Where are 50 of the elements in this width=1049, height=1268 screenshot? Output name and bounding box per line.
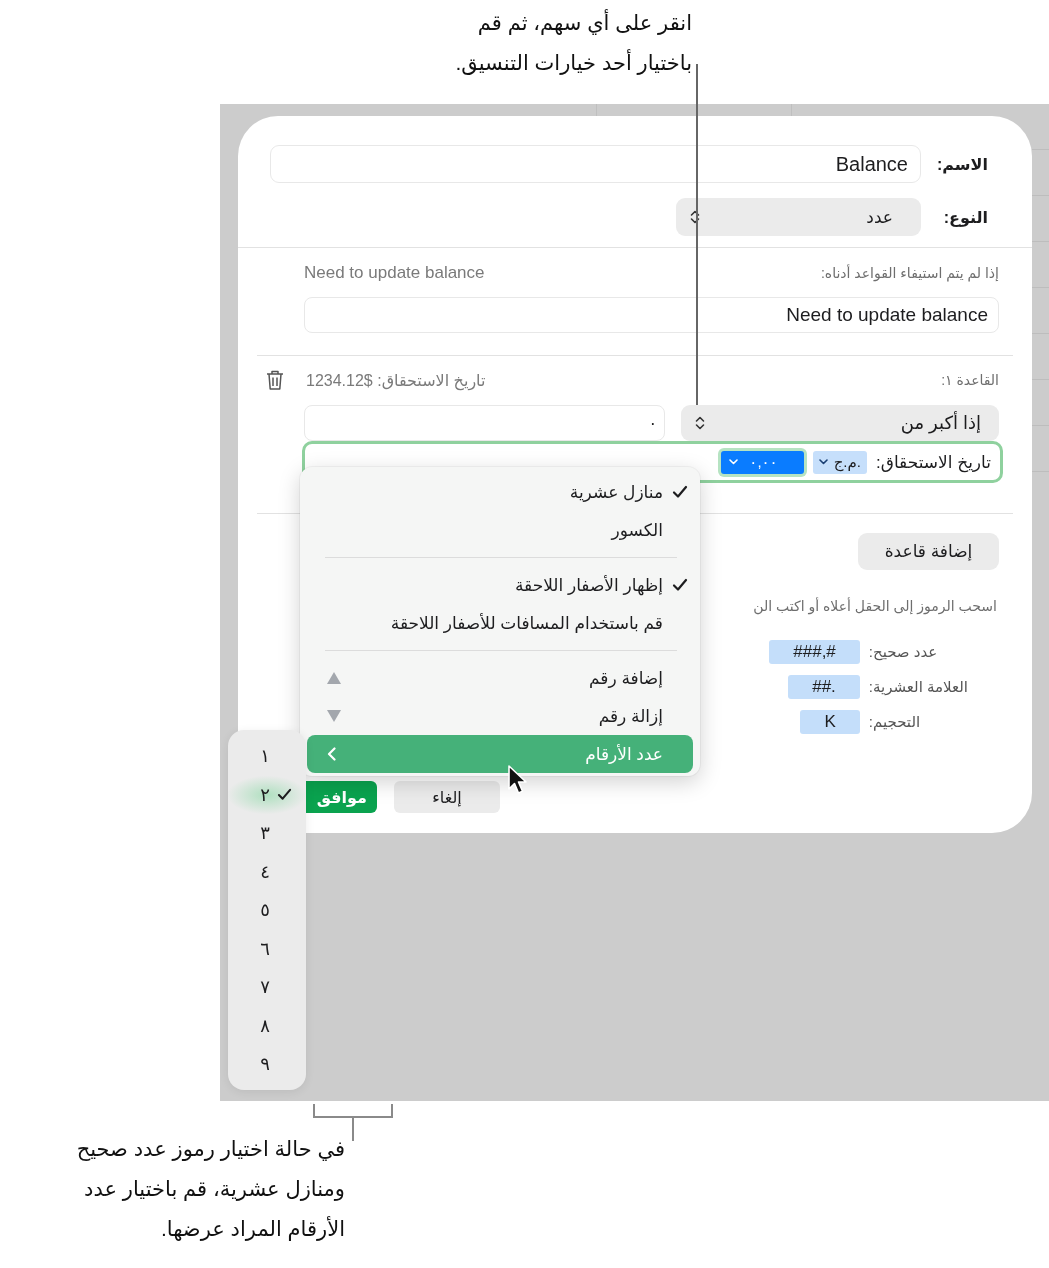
menu-item[interactable]: ٦ (228, 929, 306, 968)
down-triangle-icon (327, 710, 341, 722)
field-label: النوع: (942, 207, 988, 227)
rule-title: القاعدة ١: (941, 372, 999, 388)
symbol-label: التحجيم: (868, 712, 921, 733)
menu-item[interactable]: ٩ (228, 1045, 306, 1084)
symbol-token[interactable]: K (800, 710, 860, 734)
menu-item[interactable]: ٧ (228, 968, 306, 1007)
menu-item[interactable]: الكسور (307, 511, 693, 549)
menu-item[interactable]: ٤ (228, 852, 306, 891)
callout-text: في حالة اختيار رموز عدد صحيح ومنازل عشرية، قم باختيار عدد الأرقام المراد عرضها. (76, 1136, 345, 1243)
preview-text: تاريخ الاستحقاق: $1234.12 (306, 370, 486, 390)
check-icon (277, 788, 292, 802)
format-token[interactable]: ج.م. (812, 450, 867, 474)
type-popup[interactable]: عدد (676, 198, 921, 236)
condition-popup[interactable]: إذا أكبر من (681, 405, 999, 441)
chevron-down-icon (728, 459, 738, 465)
stepper-icon (690, 209, 700, 225)
add-rule-button[interactable]: إضافة قاعدة (858, 533, 999, 570)
menu-item[interactable]: ١ (228, 737, 306, 776)
text-field[interactable]: Need to update balance (304, 297, 999, 333)
name-field[interactable]: Balance (270, 145, 921, 183)
check-icon (672, 485, 688, 499)
menu-item[interactable]: ٥ (228, 891, 306, 930)
chevron-left-icon (327, 747, 336, 761)
cancel-button[interactable]: إلغاء (394, 781, 500, 813)
preview-text: Need to update balance (304, 263, 485, 283)
chevron-down-icon (818, 459, 828, 465)
field-label: الاسم: (936, 154, 988, 174)
format-label: تاريخ الاستحقاق: (876, 451, 991, 473)
symbol-label: العلامة العشرية: (868, 677, 968, 698)
hint-text: اسحب الرموز إلى الحقل أعلاه أو اكتب الن (753, 597, 997, 615)
menu-item[interactable]: إزالة رقم (307, 697, 693, 735)
symbol-token[interactable]: ##. (788, 675, 860, 699)
menu-item[interactable]: إظهار الأصفار اللاحقة (307, 566, 693, 604)
fallback-label: إذا لم يتم استيفاء القواعد أدناه: (820, 265, 999, 281)
callout-text: انقر على أي سهم، ثم قم باختيار أحد خيارات التنسيق. (455, 8, 692, 77)
check-icon (672, 578, 688, 592)
format-token[interactable]: ٠,٠٠ (720, 450, 804, 474)
symbol-token[interactable]: ###,# (769, 640, 860, 664)
value-field[interactable]: ٠ (304, 405, 665, 441)
menu-item[interactable]: ٢ (228, 775, 306, 814)
trash-icon[interactable] (265, 369, 285, 391)
stepper-icon (695, 415, 705, 431)
symbol-label: عدد صحيح: (868, 642, 938, 663)
up-triangle-icon (327, 672, 341, 684)
menu-item[interactable]: إضافة رقم (307, 659, 693, 697)
menu-item[interactable]: قم باستخدام المسافات للأصفار اللاحقة (307, 604, 693, 642)
menu-item[interactable]: ٣ (228, 814, 306, 853)
menu-item[interactable]: ٨ (228, 1006, 306, 1045)
